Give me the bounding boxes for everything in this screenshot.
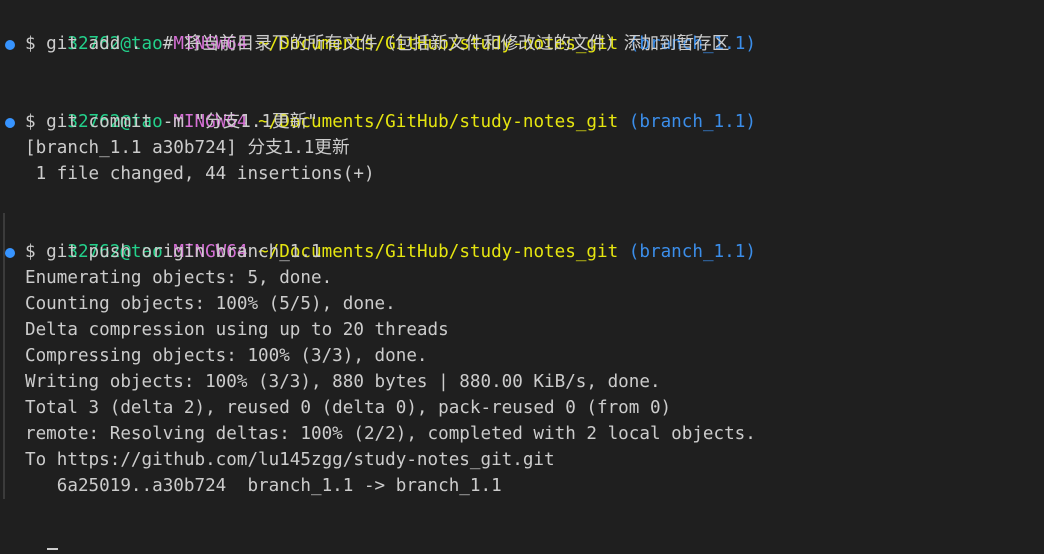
output-line: Total 3 (delta 2), reused 0 (delta 0), p…	[25, 398, 672, 418]
command-success-dot[interactable]	[5, 118, 15, 128]
output-line: Enumerating objects: 5, done.	[25, 268, 333, 288]
text-cursor	[47, 548, 58, 550]
command-success-dot[interactable]	[5, 40, 15, 50]
terminal-panel[interactable]: 32762@tao MINGW64 ~/Documents/GitHub/stu…	[0, 0, 1044, 554]
prompt-branch: (branch_1.1)	[628, 242, 756, 262]
command-line: $ git commit -m "分支1.1更新"	[25, 112, 318, 132]
output-line: Writing objects: 100% (3/3), 880 bytes |…	[25, 372, 661, 392]
prompt-branch: (branch_1.1)	[628, 112, 756, 132]
command-block-marker	[3, 213, 5, 499]
prompt-line: 32762@tao MINGW64 ~/Documents/GitHub/stu…	[25, 5, 756, 54]
command-line: $ git add . # 将当前目录下的所有文件（包括新文件和修改过的文件）添…	[25, 34, 730, 54]
output-line: remote: Resolving deltas: 100% (2/2), co…	[25, 424, 756, 444]
output-line: Delta compression using up to 20 threads	[25, 320, 449, 340]
output-line: [branch_1.1 a30b724] 分支1.1更新	[25, 138, 350, 158]
output-line: To https://github.com/lu145zgg/study-not…	[25, 450, 555, 470]
output-line: Compressing objects: 100% (3/3), done.	[25, 346, 428, 366]
prompt-line: 32762@tao MINGW64 ~/Documents/GitHub/stu…	[25, 525, 756, 551]
output-line: 1 file changed, 44 insertions(+)	[25, 164, 375, 184]
prompt-line: 32762@tao MINGW64 ~/Documents/GitHub/stu…	[25, 213, 756, 262]
output-line: Counting objects: 100% (5/5), done.	[25, 294, 396, 314]
command-line: $ git push origin branch_1.1	[25, 242, 322, 262]
output-line: 6a25019..a30b724 branch_1.1 -> branch_1.…	[25, 476, 502, 496]
prompt-line: 32762@tao MINGW64 ~/Documents/GitHub/stu…	[25, 83, 756, 132]
command-success-dot[interactable]	[5, 248, 15, 258]
